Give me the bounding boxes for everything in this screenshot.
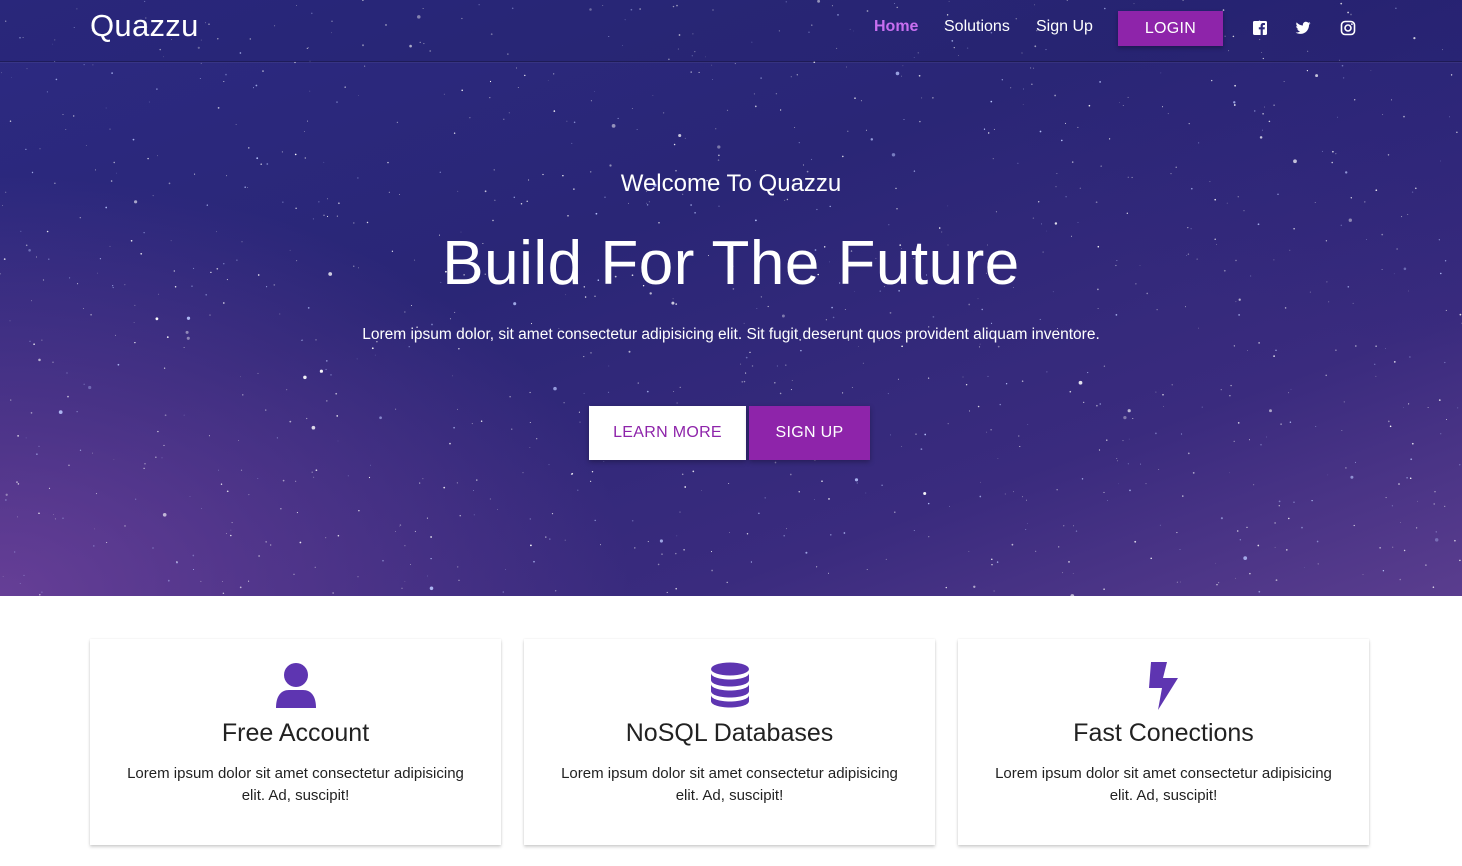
- navbar: Quazzu Home Solutions Sign Up LOGIN: [0, 0, 1462, 62]
- sign-up-button[interactable]: SIGN UP: [749, 406, 870, 460]
- feature-text: Lorem ipsum dolor sit amet consectetur a…: [995, 765, 1332, 804]
- nav-item-sign-up[interactable]: Sign Up: [1036, 18, 1093, 36]
- hero-headline: Build For The Future: [442, 229, 1020, 298]
- login-button[interactable]: LOGIN: [1118, 11, 1223, 46]
- feature-card-nosql-databases: NoSQL Databases Lorem ipsum dolor sit am…: [524, 639, 935, 845]
- facebook-icon[interactable]: [1252, 20, 1268, 36]
- hero-lead-text: Lorem ipsum dolor, sit amet consectetur …: [362, 326, 1100, 343]
- learn-more-button[interactable]: LEARN MORE: [589, 406, 746, 460]
- nav-item-solutions[interactable]: Solutions: [944, 18, 1010, 36]
- twitter-icon[interactable]: [1295, 20, 1311, 36]
- database-icon: [524, 662, 935, 710]
- feature-text: Lorem ipsum dolor sit amet consectetur a…: [561, 765, 898, 804]
- hero-welcome: Welcome To Quazzu: [620, 170, 842, 197]
- feature-title: Fast Conections: [1073, 719, 1254, 747]
- nav-item-home[interactable]: Home: [874, 18, 918, 36]
- hero-section: Quazzu Home Solutions Sign Up LOGIN Welc…: [0, 0, 1462, 596]
- instagram-icon[interactable]: [1340, 20, 1356, 36]
- brand-logo[interactable]: Quazzu: [90, 8, 199, 44]
- feature-card-fast-connections: Fast Conections Lorem ipsum dolor sit am…: [958, 639, 1369, 845]
- bolt-icon: [958, 662, 1369, 710]
- feature-title: Free Account: [221, 719, 370, 747]
- feature-title: NoSQL Databases: [625, 719, 834, 747]
- user-icon: [90, 662, 501, 710]
- feature-text: Lorem ipsum dolor sit amet consectetur a…: [127, 765, 464, 804]
- feature-card-free-account: Free Account Lorem ipsum dolor sit amet …: [90, 639, 501, 845]
